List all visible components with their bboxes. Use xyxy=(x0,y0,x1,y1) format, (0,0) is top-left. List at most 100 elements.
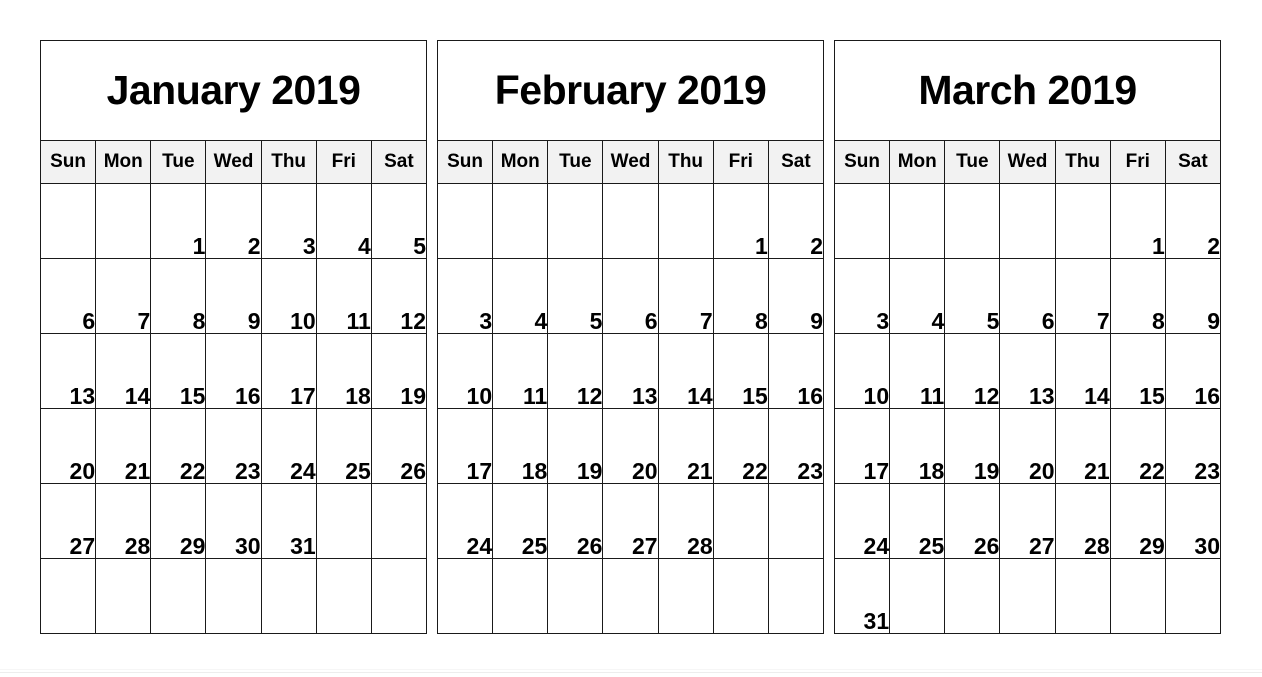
day-cell[interactable]: 1 xyxy=(712,183,769,259)
day-cell[interactable]: 26 xyxy=(547,483,604,559)
day-cell[interactable]: 22 xyxy=(1109,408,1166,484)
day-cell[interactable]: 2 xyxy=(1164,183,1222,259)
day-cell[interactable]: 11 xyxy=(492,333,549,409)
day-cell[interactable] xyxy=(547,558,604,634)
day-cell[interactable]: 25 xyxy=(889,483,946,559)
day-cell[interactable]: 3 xyxy=(436,258,494,334)
day-cell[interactable]: 24 xyxy=(436,483,494,559)
day-cell[interactable] xyxy=(712,483,769,559)
day-cell[interactable]: 16 xyxy=(1164,333,1222,409)
day-cell[interactable] xyxy=(315,483,372,559)
day-cell[interactable]: 22 xyxy=(150,408,207,484)
day-cell[interactable] xyxy=(205,558,262,634)
day-cell[interactable] xyxy=(767,558,825,634)
day-cell[interactable]: 15 xyxy=(1109,333,1166,409)
day-cell[interactable] xyxy=(657,183,714,259)
day-cell[interactable]: 24 xyxy=(833,483,891,559)
day-cell[interactable]: 30 xyxy=(205,483,262,559)
day-cell[interactable]: 7 xyxy=(657,258,714,334)
day-cell[interactable]: 5 xyxy=(370,183,428,259)
day-cell[interactable]: 12 xyxy=(547,333,604,409)
day-cell[interactable]: 29 xyxy=(150,483,207,559)
day-cell[interactable]: 28 xyxy=(657,483,714,559)
day-cell[interactable]: 10 xyxy=(260,258,317,334)
day-cell[interactable]: 10 xyxy=(436,333,494,409)
day-cell[interactable]: 22 xyxy=(712,408,769,484)
day-cell[interactable]: 4 xyxy=(889,258,946,334)
day-cell[interactable]: 8 xyxy=(1109,258,1166,334)
day-cell[interactable]: 5 xyxy=(547,258,604,334)
day-cell[interactable] xyxy=(1164,558,1222,634)
day-cell[interactable]: 27 xyxy=(999,483,1056,559)
day-cell[interactable]: 2 xyxy=(205,183,262,259)
day-cell[interactable] xyxy=(39,183,97,259)
day-cell[interactable] xyxy=(492,558,549,634)
day-cell[interactable]: 26 xyxy=(370,408,428,484)
day-cell[interactable]: 19 xyxy=(944,408,1001,484)
day-cell[interactable]: 17 xyxy=(436,408,494,484)
day-cell[interactable] xyxy=(833,183,891,259)
day-cell[interactable]: 4 xyxy=(492,258,549,334)
day-cell[interactable]: 1 xyxy=(1109,183,1166,259)
day-cell[interactable]: 28 xyxy=(1054,483,1111,559)
day-cell[interactable]: 27 xyxy=(39,483,97,559)
day-cell[interactable]: 19 xyxy=(370,333,428,409)
day-cell[interactable]: 8 xyxy=(712,258,769,334)
day-cell[interactable]: 23 xyxy=(1164,408,1222,484)
day-cell[interactable] xyxy=(712,558,769,634)
day-cell[interactable]: 25 xyxy=(492,483,549,559)
day-cell[interactable]: 31 xyxy=(833,558,891,634)
day-cell[interactable] xyxy=(260,558,317,634)
day-cell[interactable]: 31 xyxy=(260,483,317,559)
day-cell[interactable]: 21 xyxy=(95,408,152,484)
day-cell[interactable] xyxy=(602,558,659,634)
day-cell[interactable]: 18 xyxy=(315,333,372,409)
day-cell[interactable]: 21 xyxy=(657,408,714,484)
day-cell[interactable]: 3 xyxy=(833,258,891,334)
day-cell[interactable] xyxy=(1054,558,1111,634)
day-cell[interactable] xyxy=(436,558,494,634)
day-cell[interactable]: 13 xyxy=(39,333,97,409)
day-cell[interactable]: 7 xyxy=(95,258,152,334)
day-cell[interactable]: 16 xyxy=(767,333,825,409)
day-cell[interactable] xyxy=(602,183,659,259)
day-cell[interactable] xyxy=(95,183,152,259)
day-cell[interactable]: 13 xyxy=(999,333,1056,409)
day-cell[interactable]: 21 xyxy=(1054,408,1111,484)
day-cell[interactable]: 17 xyxy=(833,408,891,484)
day-cell[interactable]: 20 xyxy=(602,408,659,484)
day-cell[interactable] xyxy=(944,183,1001,259)
day-cell[interactable]: 5 xyxy=(944,258,1001,334)
day-cell[interactable] xyxy=(436,183,494,259)
day-cell[interactable]: 6 xyxy=(602,258,659,334)
day-cell[interactable] xyxy=(39,558,97,634)
day-cell[interactable]: 20 xyxy=(999,408,1056,484)
day-cell[interactable]: 4 xyxy=(315,183,372,259)
day-cell[interactable]: 15 xyxy=(150,333,207,409)
day-cell[interactable]: 17 xyxy=(260,333,317,409)
day-cell[interactable]: 3 xyxy=(260,183,317,259)
day-cell[interactable]: 13 xyxy=(602,333,659,409)
day-cell[interactable]: 8 xyxy=(150,258,207,334)
day-cell[interactable]: 12 xyxy=(370,258,428,334)
day-cell[interactable] xyxy=(1054,183,1111,259)
day-cell[interactable]: 9 xyxy=(205,258,262,334)
day-cell[interactable] xyxy=(889,558,946,634)
day-cell[interactable] xyxy=(999,558,1056,634)
day-cell[interactable] xyxy=(889,183,946,259)
day-cell[interactable]: 28 xyxy=(95,483,152,559)
day-cell[interactable]: 2 xyxy=(767,183,825,259)
day-cell[interactable] xyxy=(944,558,1001,634)
day-cell[interactable]: 30 xyxy=(1164,483,1222,559)
day-cell[interactable]: 9 xyxy=(1164,258,1222,334)
day-cell[interactable] xyxy=(1109,558,1166,634)
day-cell[interactable]: 14 xyxy=(1054,333,1111,409)
day-cell[interactable]: 27 xyxy=(602,483,659,559)
day-cell[interactable]: 14 xyxy=(657,333,714,409)
day-cell[interactable]: 7 xyxy=(1054,258,1111,334)
day-cell[interactable] xyxy=(657,558,714,634)
day-cell[interactable] xyxy=(370,483,428,559)
day-cell[interactable]: 6 xyxy=(39,258,97,334)
day-cell[interactable]: 26 xyxy=(944,483,1001,559)
day-cell[interactable]: 29 xyxy=(1109,483,1166,559)
